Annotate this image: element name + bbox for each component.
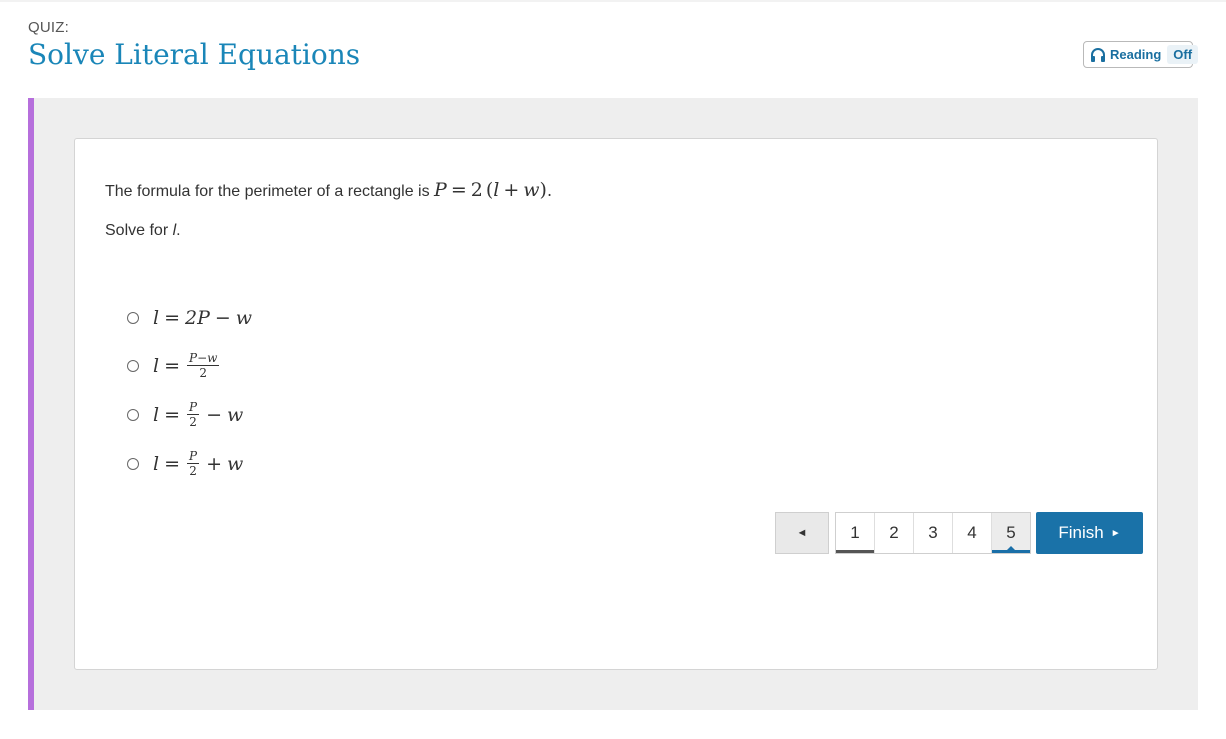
quiz-label: QUIZ: [28,19,69,36]
reading-label: Reading [1110,47,1162,62]
page-button-1[interactable]: 1 [836,513,875,553]
answer-choice-3[interactable]: l = P 2− w [127,401,243,428]
top-border [0,0,1226,2]
question-pagination: ◄ 1 2 3 4 5 Finish ► [775,512,1143,554]
choice-expression: l = P 2− w [153,400,244,429]
reading-state: Off [1167,45,1199,64]
question-card: The formula for the perimeter of a recta… [74,138,1158,670]
headphones-icon [1090,47,1106,63]
finish-button[interactable]: Finish ► [1036,512,1143,554]
question-prompt: The formula for the perimeter of a recta… [105,183,430,200]
perimeter-formula: P = 2 (l + w). [434,179,553,201]
choice-expression: l = 2P − w [153,307,253,329]
page-button-2[interactable]: 2 [875,513,914,553]
page-list: 1 2 3 4 5 [835,512,1031,554]
quiz-panel: The formula for the perimeter of a recta… [28,98,1198,710]
page-button-4[interactable]: 4 [953,513,992,553]
reading-toggle-button[interactable]: Reading Off [1083,41,1199,68]
answer-choice-1[interactable]: l = 2P − w [127,307,252,329]
answer-choice-2[interactable]: l = P−w 2 [127,352,221,379]
current-page-caret-icon [1007,546,1015,550]
arrow-left-icon: ◄ [796,527,808,539]
radio-button[interactable] [127,312,139,324]
choice-expression: l = P−w 2 [153,351,220,380]
radio-button[interactable] [127,359,139,372]
choice-expression: l = P 2 + w [153,449,244,478]
accent-bar [28,98,34,710]
question-text: The formula for the perimeter of a recta… [105,179,552,201]
radio-button[interactable] [127,457,139,470]
page-button-3[interactable]: 3 [914,513,953,553]
page-title: Solve Literal Equations [28,38,361,71]
arrow-right-icon: ► [1110,527,1121,539]
page-button-5[interactable]: 5 [992,513,1030,553]
previous-button[interactable]: ◄ [775,512,829,554]
radio-button[interactable] [127,408,139,421]
question-instruction: Solve for l. [105,222,181,239]
answer-choice-4[interactable]: l = P 2 + w [127,450,243,477]
